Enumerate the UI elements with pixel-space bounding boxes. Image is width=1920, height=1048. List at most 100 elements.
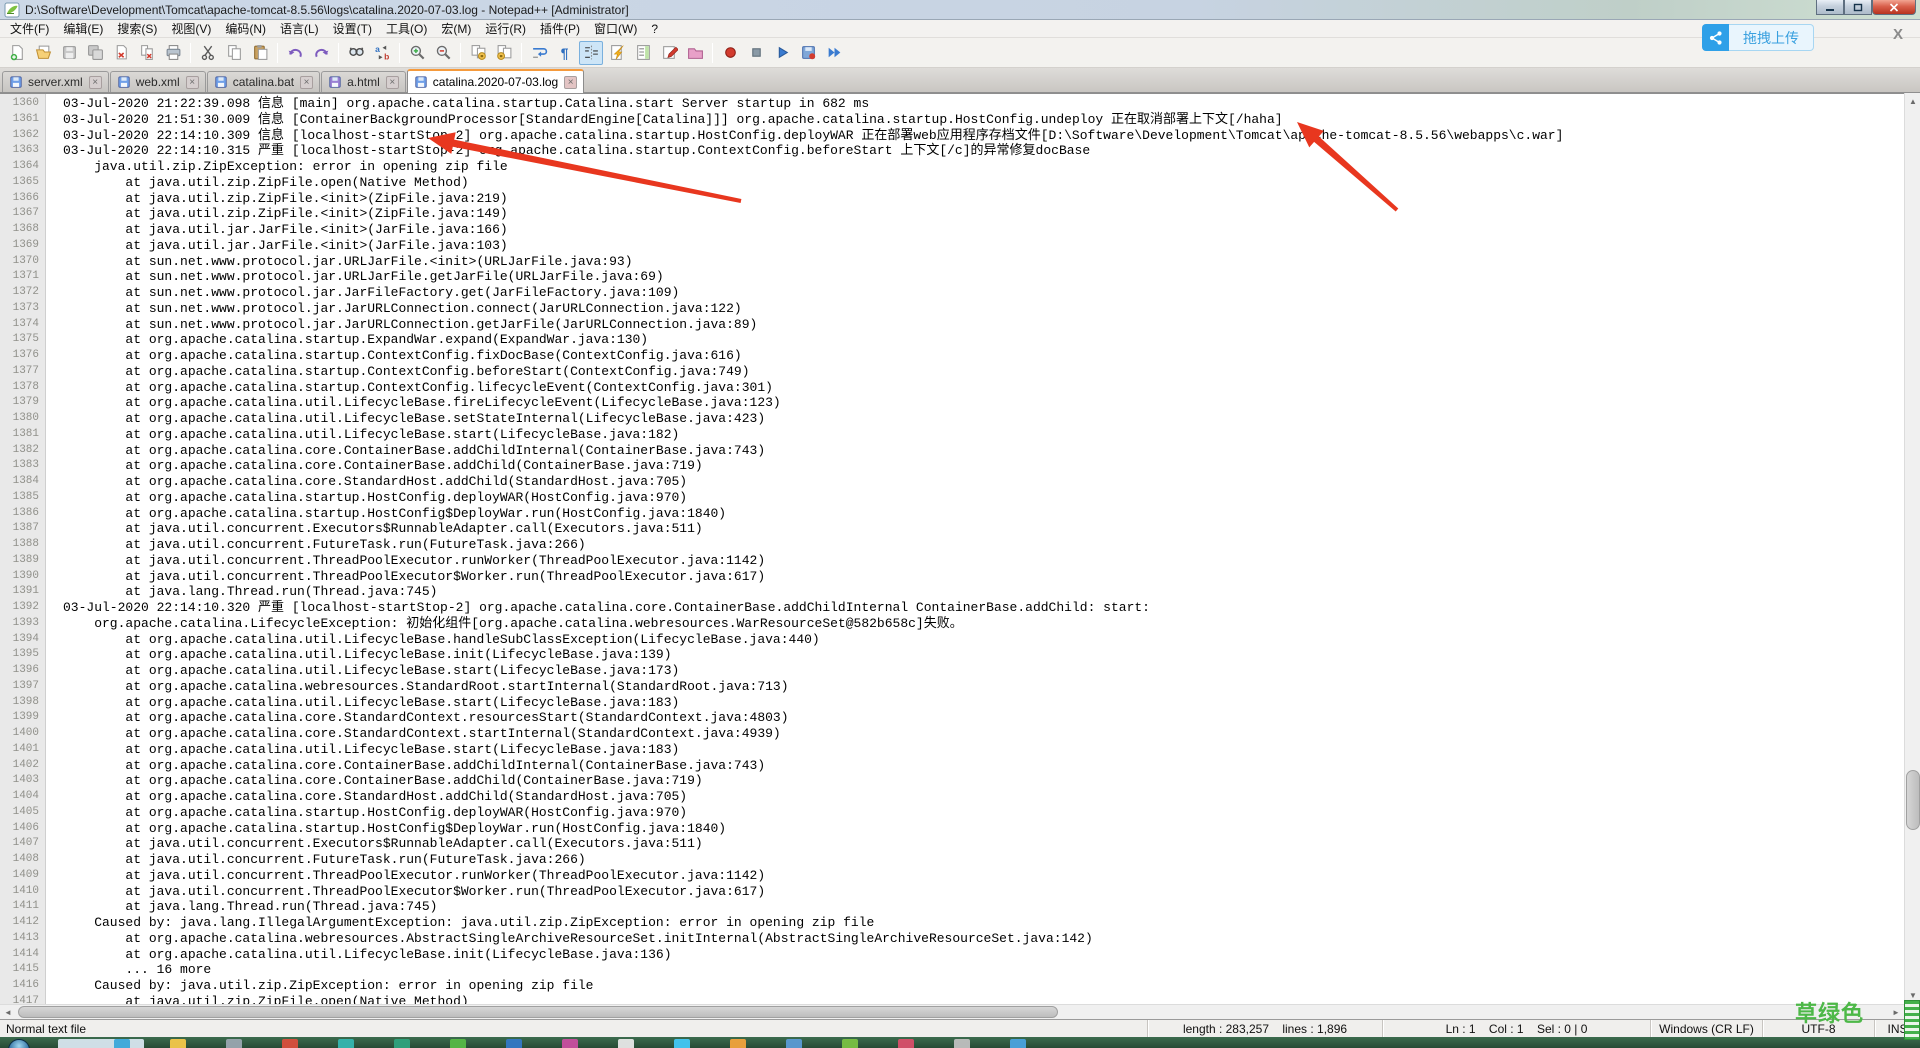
log-line-text: at java.util.concurrent.ThreadPoolExecut…: [63, 552, 766, 568]
taskbar-app-icon[interactable]: [282, 1039, 298, 1048]
close-button[interactable]: [109, 41, 133, 65]
menu-item-插件p[interactable]: 插件(P): [533, 20, 587, 38]
taskbar-app-icon[interactable]: [786, 1039, 802, 1048]
status-eol-format: Windows (CR LF): [1650, 1020, 1762, 1037]
tab-server.xml[interactable]: server.xml ×: [2, 71, 109, 92]
taskbar-app-icon[interactable]: [898, 1039, 914, 1048]
close-all-button[interactable]: [135, 41, 159, 65]
log-line-text: at org.apache.catalina.core.ContainerBas…: [63, 773, 703, 789]
menu-item-编码n[interactable]: 编码(N): [218, 20, 273, 38]
play-macro-button[interactable]: [770, 41, 794, 65]
indent-guide-icon: [584, 45, 598, 60]
close-button[interactable]: [1872, 0, 1916, 15]
tab-close-icon[interactable]: ×: [300, 75, 314, 89]
taskbar-app-icon[interactable]: [394, 1039, 410, 1048]
green-stripes-widget: [1904, 1000, 1920, 1040]
tab-close-icon[interactable]: ×: [88, 75, 102, 89]
taskbar-app-icon[interactable]: [1010, 1039, 1026, 1048]
doc-map-button[interactable]: [631, 41, 655, 65]
drag-upload-badge[interactable]: 拖拽上传: [1702, 24, 1814, 51]
menu-item-[interactable]: ?: [644, 20, 665, 38]
undo-button[interactable]: [283, 41, 307, 65]
sync-scroll-h-button[interactable]: [492, 41, 516, 65]
horizontal-scrollbar[interactable]: ◄ ►: [0, 1004, 1904, 1019]
scroll-left-arrow-icon[interactable]: ◄: [0, 1005, 16, 1020]
doc-switcher-button[interactable]: [657, 41, 681, 65]
new-file-button[interactable]: [5, 41, 29, 65]
minimize-button[interactable]: [1816, 0, 1844, 15]
start-button[interactable]: [8, 1039, 30, 1048]
toolbar-separator: [277, 42, 278, 63]
taskbar-app-icon[interactable]: [338, 1039, 354, 1048]
cut-button[interactable]: [196, 41, 220, 65]
line-number: 1380: [12, 412, 39, 424]
log-line: 1379 at org.apache.catalina.util.Lifecyc…: [0, 395, 1904, 411]
tab-label: a.html: [347, 75, 380, 89]
taskbar-app-icon[interactable]: [954, 1039, 970, 1048]
scroll-up-arrow-icon[interactable]: ▲: [1905, 93, 1920, 110]
vertical-scrollbar-thumb[interactable]: [1906, 770, 1920, 830]
taskbar-app-icon[interactable]: [674, 1039, 690, 1048]
menu-item-工具o[interactable]: 工具(O): [379, 20, 434, 38]
taskbar-app-icon[interactable]: [226, 1039, 242, 1048]
zoom-in-button[interactable]: [405, 41, 429, 65]
function-list-button[interactable]: [605, 41, 629, 65]
line-number: 1371: [12, 270, 39, 283]
print-button[interactable]: [161, 41, 185, 65]
vertical-scrollbar[interactable]: ▲ ▼: [1904, 93, 1920, 1004]
taskbar-app-icon[interactable]: [562, 1039, 578, 1048]
menu-item-宏m[interactable]: 宏(M): [434, 20, 478, 38]
sync-scroll-v-button[interactable]: [466, 41, 490, 65]
taskbar-app-icon[interactable]: [114, 1039, 130, 1048]
replace-button[interactable]: ab: [370, 41, 394, 65]
menu-item-视图v[interactable]: 视图(V): [164, 20, 218, 38]
taskbar-app-icon[interactable]: [450, 1039, 466, 1048]
save-all-button[interactable]: [83, 41, 107, 65]
menu-item-语言l[interactable]: 语言(L): [273, 20, 326, 38]
open-button[interactable]: [31, 41, 55, 65]
redo-button[interactable]: [309, 41, 333, 65]
find-button[interactable]: [344, 41, 368, 65]
zoom-out-button[interactable]: [431, 41, 455, 65]
copy-button[interactable]: [222, 41, 246, 65]
tab-close-icon[interactable]: ×: [185, 75, 199, 89]
window-title: D:\Software\Development\Tomcat\apache-to…: [25, 2, 629, 17]
maximize-button[interactable]: [1844, 0, 1872, 15]
stop-macro-button[interactable]: [744, 41, 768, 65]
menu-item-编辑e[interactable]: 编辑(E): [56, 20, 110, 38]
taskbar-app-icon[interactable]: [170, 1039, 186, 1048]
record-macro-button[interactable]: [718, 41, 742, 65]
taskbar-app-icon[interactable]: [730, 1039, 746, 1048]
taskbar-app-icon[interactable]: [842, 1039, 858, 1048]
menu-item-设置t[interactable]: 设置(T): [326, 20, 379, 38]
line-number: 1392: [12, 601, 39, 613]
save-button[interactable]: [57, 41, 81, 65]
line-number: 1376: [12, 349, 39, 361]
folder-workspace-button[interactable]: [683, 41, 707, 65]
badge-close-icon[interactable]: X: [1893, 26, 1903, 43]
save-macro-button[interactable]: [796, 41, 820, 65]
taskbar-app-icon[interactable]: [618, 1039, 634, 1048]
taskbar-app-icon[interactable]: [506, 1039, 522, 1048]
editor-area[interactable]: 1360 03-Jul-2020 21:22:39.098 信息 [main] o…: [0, 93, 1904, 1004]
tab-catalina.2020-07-03.log[interactable]: catalina.2020-07-03.log ×: [406, 69, 585, 93]
paste-button[interactable]: [248, 41, 272, 65]
tab-web.xml[interactable]: web.xml ×: [109, 71, 206, 92]
show-all-chars-button[interactable]: ¶: [553, 41, 577, 65]
tab-label: catalina.bat: [232, 75, 295, 89]
horizontal-scrollbar-thumb[interactable]: [18, 1006, 1058, 1018]
run-multiple-button[interactable]: [822, 41, 846, 65]
tab-catalina.bat[interactable]: catalina.bat ×: [206, 71, 321, 92]
tab-close-icon[interactable]: ×: [564, 75, 578, 89]
menu-item-运行r[interactable]: 运行(R): [478, 20, 533, 38]
tab-a.html[interactable]: a.html ×: [321, 71, 406, 92]
tab-close-icon[interactable]: ×: [385, 75, 399, 89]
taskbar-app-icon[interactable]: [58, 1039, 144, 1048]
menu-item-窗口w[interactable]: 窗口(W): [587, 20, 644, 38]
scroll-right-arrow-icon[interactable]: ►: [1888, 1005, 1904, 1020]
menu-item-文件f[interactable]: 文件(F): [3, 20, 56, 38]
menu-item-搜索s[interactable]: 搜索(S): [110, 20, 164, 38]
indent-guide-button[interactable]: [579, 40, 603, 65]
word-wrap-button[interactable]: [527, 41, 551, 65]
line-number: 1415: [12, 963, 39, 976]
